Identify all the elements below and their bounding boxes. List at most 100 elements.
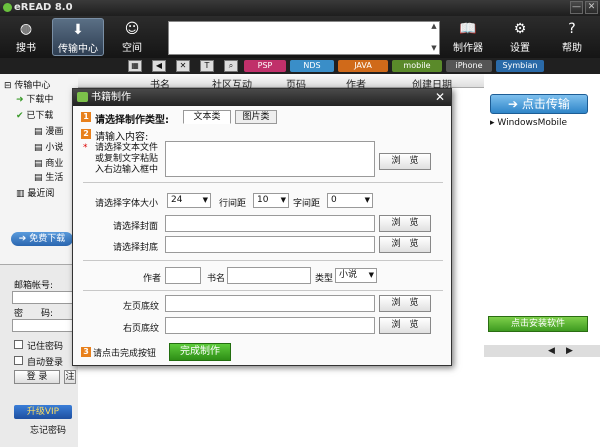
format-symbian[interactable]: Symbian [496,60,544,72]
left-bg-field[interactable] [165,295,375,312]
right-bg-label: 右页底纹 [123,324,160,334]
cover-field[interactable] [165,215,375,232]
search-input[interactable] [168,21,440,55]
transfer-click-button[interactable]: ➔ 点击传输 [490,94,588,114]
doc-icon: ▤ [34,173,46,183]
device-item[interactable]: ▸ WindowsMobile [490,118,567,128]
free-download-label: 免费下载 [29,234,66,244]
free-download-button[interactable]: ➔ 免费下载 [11,232,73,246]
book-icon: 📖 [459,21,477,37]
char-spacing-select[interactable]: 0 ▼ [327,193,373,208]
font-size-select[interactable]: 24 ▼ [167,193,211,208]
right-bg-field[interactable] [165,317,375,334]
char-spacing-value: 0 [331,195,337,205]
space-button[interactable]: ☺ 空间 [108,18,156,56]
step1-badge: 1 [81,112,91,122]
install-software-button[interactable]: 点击安装软件 [488,316,588,332]
search-scroll-down-icon[interactable]: ▼ [429,44,439,54]
password-field[interactable] [12,319,74,332]
delete-icon[interactable]: ✕ [176,60,190,72]
autologin-label: 自动登录 [27,358,64,368]
maker-label: 制作器 [453,43,483,54]
browse-cover-button[interactable]: 浏 览 [379,215,431,232]
tree-item-downloaded[interactable]: ✔ 已下载 [16,108,53,121]
doc-icon: ▤ [34,127,46,137]
char-spacing-label: 字间距 [293,199,321,209]
finish-button[interactable]: 完成制作 [169,343,231,361]
smiley-icon: ☺ [124,21,140,37]
transfer-center-button[interactable]: ⬇ 传输中心 [52,18,104,56]
tree-item-life[interactable]: ▤ 生活 [34,170,63,183]
search-scroll-up-icon[interactable]: ▲ [429,22,439,32]
format-java[interactable]: JAVA [338,60,388,72]
format-mobile[interactable]: mobile [392,60,442,72]
format-iphone[interactable]: iPhone [446,60,492,72]
remember-label: 记住密码 [27,342,64,352]
content-hint: 请选择文本文件 或复制文字粘贴 入右边输入框中 [95,143,159,175]
browse-left-bg-button[interactable]: 浏 览 [379,295,431,312]
magnify-icon[interactable]: ⌕ [224,60,238,72]
text-icon[interactable]: T [200,60,214,72]
search-label: 搜书 [16,43,36,54]
arrow-right-icon: ➔ [18,234,30,244]
tree-label-comics: 漫画 [45,127,64,137]
right-panel [484,74,600,447]
tab-text[interactable]: 文本类 [183,110,231,124]
tree-item-downloading[interactable]: ➜ 下载中 [16,92,53,105]
upgrade-vip-button[interactable]: 升级VIP [14,405,72,419]
tree-item-business[interactable]: ▤ 商业 [34,156,63,169]
line-spacing-label: 行间距 [219,199,247,209]
tree-item-comics[interactable]: ▤ 漫画 [34,124,63,137]
app-title: eREAD 8.0 [14,2,73,13]
close-button[interactable]: ✕ [585,1,598,14]
type-select[interactable]: 小说 ▼ [335,268,377,283]
browse-right-bg-button[interactable]: 浏 览 [379,317,431,334]
back-cover-label: 请选择封底 [113,243,159,253]
format-nds[interactable]: NDS [290,60,334,72]
back-icon[interactable]: ◀ [152,60,166,72]
bookname-field[interactable] [227,267,311,284]
tree-item-recent[interactable]: ▥ 最近阅 [16,186,54,199]
autologin-checkbox[interactable] [14,356,23,365]
settings-button[interactable]: ⚙ 设置 [496,18,544,56]
divider [83,260,443,261]
transfer-click-label: 点击传输 [521,97,570,111]
line-spacing-select[interactable]: 10 ▼ [253,193,289,208]
checkmark-icon: ✔ [16,111,27,121]
doc-icon: ▤ [34,159,46,169]
grid-view-icon[interactable]: ▦ [128,60,142,72]
dialog-close-icon[interactable]: ✕ [435,90,445,104]
forgot-password-link[interactable]: 忘记密码 [30,423,66,436]
line-spacing-value: 10 [257,195,269,205]
divider [83,182,443,183]
type-value: 小说 [339,270,358,280]
tree-root[interactable]: ⊟ 传输中心 [4,78,50,91]
tree-item-novels[interactable]: ▤ 小说 [34,140,63,153]
login-button[interactable]: 登 录 [14,370,60,384]
content-textarea[interactable] [165,141,375,177]
register-button[interactable]: 注 册 [64,370,76,384]
arrow-down-icon: ➜ [16,95,27,105]
browse-text-button[interactable]: 浏 览 [379,153,431,170]
format-psp[interactable]: PSP [244,60,286,72]
tab-image[interactable]: 图片类 [235,110,277,124]
maker-button[interactable]: 📖 制作器 [444,18,492,56]
step2-badge: 2 [81,129,91,139]
tree-item-transfer: 传输中心 [14,81,51,91]
minimize-button[interactable]: — [570,1,583,14]
search-button[interactable]: ◍ 搜书 [2,18,50,56]
browse-back-cover-button[interactable]: 浏 览 [379,236,431,253]
email-label: 邮箱帐号: [14,281,54,291]
remember-checkbox[interactable] [14,340,23,349]
dialog-title: 书籍制作 [73,89,451,106]
email-field[interactable] [12,291,74,304]
font-size-label: 请选择字体大小 [95,199,159,209]
author-field[interactable] [165,267,201,284]
app-logo-icon [3,3,12,12]
chevron-down-icon: ▼ [280,196,286,204]
left-arrow-icon[interactable]: ◀ [548,346,555,356]
arrow-right-icon: ➔ [508,97,522,111]
help-button[interactable]: ? 帮助 [548,18,596,56]
right-arrow-icon[interactable]: ▶ [566,346,573,356]
back-cover-field[interactable] [165,236,375,253]
